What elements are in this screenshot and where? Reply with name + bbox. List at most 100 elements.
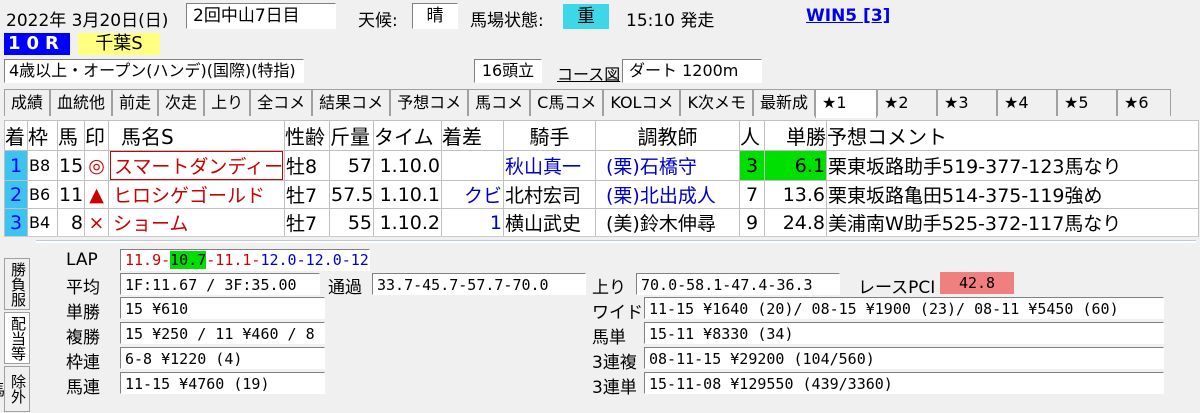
- tab-star-5[interactable]: ★5: [1056, 89, 1117, 116]
- quinella-field: 11-15 ¥4760 (19): [120, 372, 325, 394]
- time-cell: 1.10.0: [373, 150, 442, 181]
- table-row[interactable]: 2 B6 11 ▲ ヒロシゲゴールド 牡7 57.5 1.10.1 クビ 北村宏…: [4, 180, 1199, 209]
- jockey-cell: 秋山真一: [503, 150, 596, 181]
- trifecta-label: 3連単: [592, 378, 637, 398]
- side-tab-scratched[interactable]: 除外馬: [0, 366, 30, 412]
- lap-segment: 11.9-: [125, 251, 171, 269]
- avg-label: 平均: [66, 278, 100, 298]
- col-jockey[interactable]: 騎手: [503, 120, 596, 151]
- popularity-cell: 7: [739, 180, 765, 209]
- table-row[interactable]: 1 B8 15 ◎ スマートダンディー 牡8 57 1.10.0 秋山真一 (栗…: [4, 150, 1199, 181]
- horse-name-cell[interactable]: スマートダンディー: [108, 150, 285, 181]
- tab-star-1[interactable]: ★1: [814, 89, 877, 118]
- col-mark[interactable]: 印: [84, 120, 109, 151]
- rank-cell: 1: [4, 150, 28, 181]
- win-payout-label: 単勝: [66, 303, 100, 323]
- sex-age-cell: 牡7: [284, 208, 330, 237]
- weather-label: 天候:: [358, 11, 398, 31]
- trio-label: 3連複: [592, 353, 637, 373]
- tab-star-3[interactable]: ★3: [936, 89, 997, 116]
- horse-name-cell[interactable]: ショーム: [108, 208, 285, 237]
- win5-link[interactable]: WIN5 [3]: [806, 6, 890, 26]
- meeting-field: 2回中山7日目: [186, 3, 336, 29]
- tab-star-6[interactable]: ★6: [1116, 89, 1171, 116]
- weight-cell: 57.5: [329, 180, 374, 209]
- agari-field: 70.0-58.1-47.4-36.3: [636, 273, 840, 295]
- popularity-cell: 9: [739, 208, 765, 237]
- pass-label: 通過: [328, 278, 362, 298]
- col-popularity[interactable]: 人: [739, 120, 765, 151]
- pci-label: レースPCI: [858, 278, 936, 298]
- weight-cell: 57: [329, 150, 374, 181]
- tab-result-comments[interactable]: 結果コメ: [312, 89, 391, 116]
- race-class: 4歳以上・オープン(ハンデ)(国際)(特指): [4, 59, 304, 83]
- col-weight[interactable]: 斤量: [329, 120, 374, 151]
- tab-star-4[interactable]: ★4: [996, 89, 1057, 116]
- tab-bar: 成績 血統他 前走 次走 上り 全コメ 結果コメ 予想コメ 馬コメ C馬コメ K…: [4, 89, 1198, 118]
- time-cell: 1.10.2: [373, 208, 442, 237]
- trifecta-field: 15-11-08 ¥129550 (439/3360): [644, 372, 1164, 394]
- trainer-cell: (美)鈴木伸尋: [595, 208, 740, 237]
- tab-pedigree[interactable]: 血統他: [50, 89, 113, 116]
- margin-cell: [441, 150, 504, 181]
- lap-segment: 12.0-: [260, 251, 306, 269]
- agari-label: 上り: [592, 278, 626, 298]
- time-cell: 1.10.1: [373, 180, 442, 209]
- tab-seiseki[interactable]: 成績: [4, 89, 51, 116]
- margin-cell: クビ: [441, 180, 504, 209]
- tab-previous-race[interactable]: 前走: [112, 89, 159, 116]
- weather-field: 晴: [412, 3, 458, 29]
- tab-prediction-comments[interactable]: 予想コメ: [390, 89, 469, 116]
- tab-kol-comments[interactable]: KOLコメ: [603, 89, 681, 116]
- lap-label: LAP: [66, 250, 98, 270]
- col-trainer[interactable]: 調教師: [595, 120, 740, 151]
- tab-agari[interactable]: 上り: [204, 89, 251, 116]
- race-number-badge: 10R: [4, 33, 70, 55]
- col-waku[interactable]: 枠: [27, 120, 58, 151]
- waku-cell: B4: [27, 208, 58, 237]
- table-row[interactable]: 3 B4 8 × ショーム 牡7 55 1.10.2 1 横山武史 (美)鈴木伸…: [4, 208, 1199, 237]
- waku-cell: B6: [27, 180, 58, 209]
- win-odds-cell: 24.8: [764, 208, 827, 237]
- runners-count: 16頭立: [474, 59, 542, 83]
- tab-all-comments[interactable]: 全コメ: [250, 89, 313, 116]
- sex-age-cell: 牡7: [284, 180, 330, 209]
- trainer-cell: (栗)北出成人: [595, 180, 740, 209]
- comment-cell: 美浦南W助手525-372-117馬なり: [826, 208, 1199, 237]
- tab-k-next-memo[interactable]: K次メモ: [680, 89, 753, 116]
- mark-cell: ▲: [84, 180, 109, 209]
- tab-latest[interactable]: 最新成: [752, 89, 815, 116]
- col-rank[interactable]: 着: [4, 120, 28, 151]
- uma-cell: 11: [57, 180, 85, 209]
- lap-segments: 11.9-10.7-11.1-12.0-12.0-12.3: [125, 251, 369, 269]
- lap-segment: 10.7: [170, 251, 207, 269]
- post-time: 15:10 発走: [626, 11, 715, 31]
- mark-cell: ×: [84, 208, 109, 237]
- track-condition: 重: [563, 4, 609, 29]
- popularity-cell: 3: [739, 150, 765, 181]
- side-tab-silks[interactable]: 勝負服: [4, 258, 30, 310]
- quinella-label: 馬連: [66, 378, 100, 398]
- horse-name[interactable]: スマートダンディー: [110, 151, 283, 180]
- panel-divider: [36, 240, 1196, 243]
- win-payout-field: 15 ¥610: [120, 297, 325, 319]
- horse-name-cell[interactable]: ヒロシゲゴールド: [108, 180, 285, 209]
- table-header-row: 着 枠 馬 印 馬名S 性齢 斤量 タイム 着差 騎手 調教師 人 単勝 予想コ…: [4, 120, 1199, 151]
- tab-c-horse-comments[interactable]: C馬コメ: [530, 89, 604, 116]
- course-map-button[interactable]: コース図: [557, 61, 620, 85]
- col-win-odds[interactable]: 単勝: [764, 120, 827, 151]
- bracket-quinella-label: 枠連: [66, 353, 100, 373]
- tab-next-race[interactable]: 次走: [158, 89, 205, 116]
- col-time[interactable]: タイム: [373, 120, 442, 151]
- col-horse-name[interactable]: 馬名S: [108, 120, 285, 151]
- tab-horse-comments[interactable]: 馬コメ: [468, 89, 531, 116]
- place-payout-field: 15 ¥250 / 11 ¥460 / 8 ¥630: [120, 322, 325, 344]
- side-tab-payouts[interactable]: 配当等: [4, 312, 30, 364]
- col-uma[interactable]: 馬: [57, 120, 85, 151]
- col-margin[interactable]: 着差: [441, 120, 504, 151]
- race-name: 千葉S: [78, 33, 160, 55]
- col-comment[interactable]: 予想コメント: [826, 120, 1199, 151]
- col-sex-age[interactable]: 性齢: [284, 120, 330, 151]
- results-table: 着 枠 馬 印 馬名S 性齢 斤量 タイム 着差 騎手 調教師 人 単勝 予想コ…: [4, 120, 1199, 237]
- tab-star-2[interactable]: ★2: [876, 89, 937, 116]
